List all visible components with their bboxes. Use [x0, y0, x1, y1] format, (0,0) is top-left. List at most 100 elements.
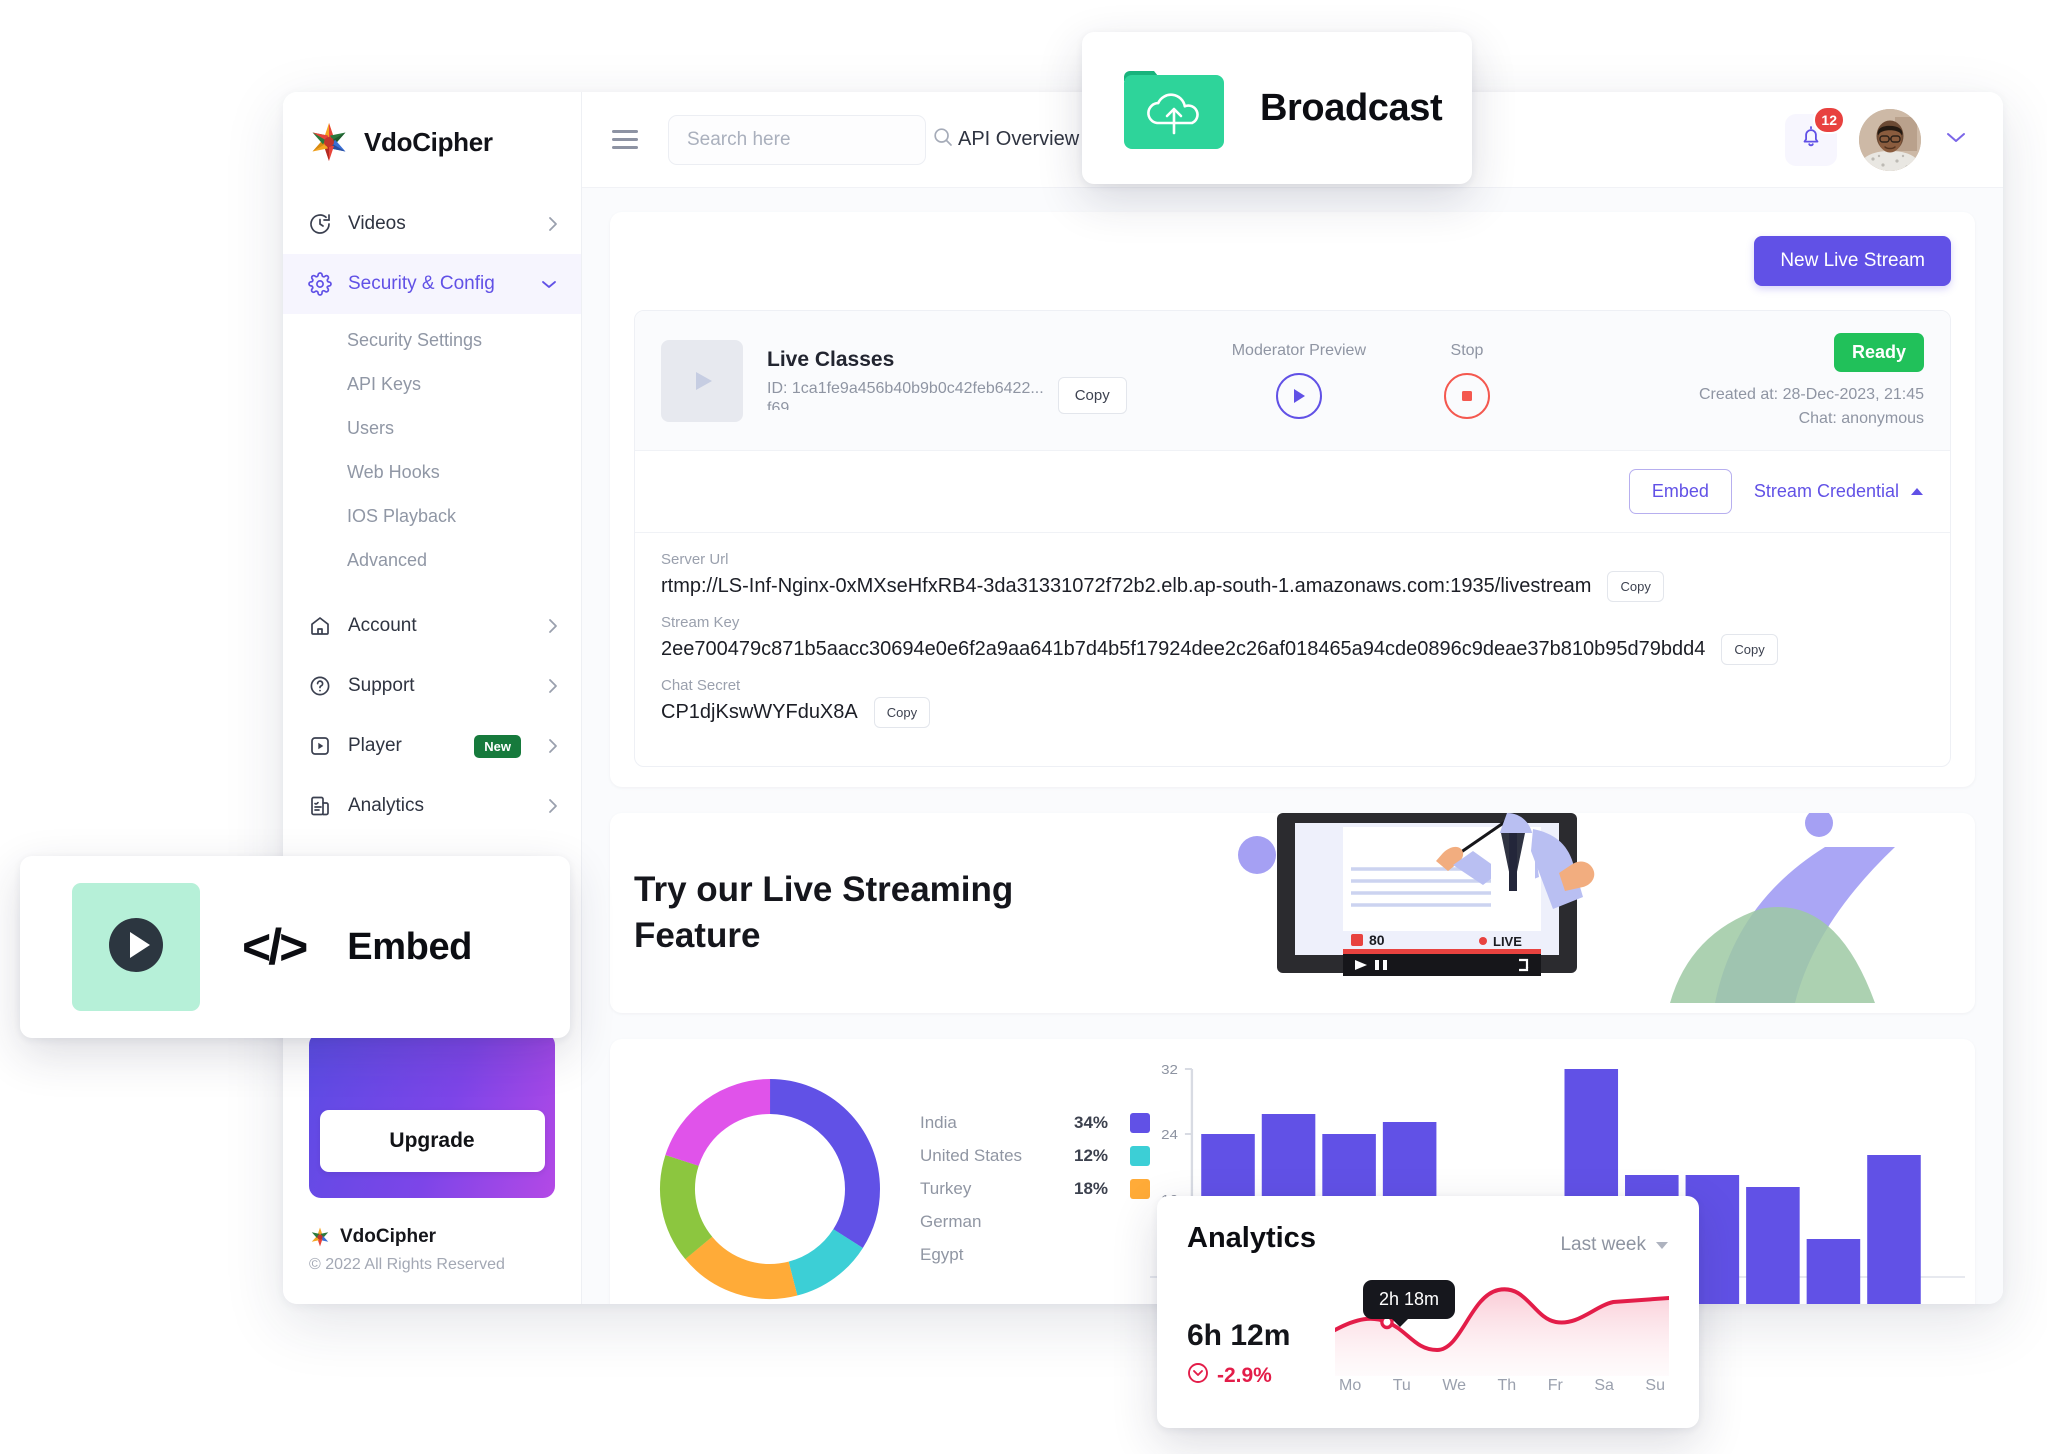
country-legend: India 34% United States 12% Turkey 18% G… — [920, 1107, 1150, 1272]
avatar[interactable] — [1859, 108, 1921, 171]
stop-action: Stop — [1444, 342, 1490, 419]
live-stream-panel: New Live Stream Live Classes ID: 1ca1fe9… — [610, 212, 1975, 787]
play-box-icon — [307, 733, 333, 759]
chevron-down-icon — [539, 278, 559, 290]
cloud-upload-folder-icon — [1124, 65, 1224, 151]
stream-created-at: Created at: 28-Dec-2023, 21:45 — [1698, 386, 1924, 403]
sidebar-subitem-security-settings[interactable]: Security Settings — [283, 318, 581, 362]
analytics-sparkline: 2h 18m Mo Tu We Th Fr Sa Su — [1333, 1258, 1671, 1408]
legend-swatch — [1130, 1113, 1150, 1133]
brand: VdoCipher — [283, 92, 581, 186]
analytics-delta: -2.9% — [1187, 1362, 1335, 1390]
trend-down-circle-icon — [1187, 1362, 1209, 1390]
broadcast-card[interactable]: Broadcast — [1082, 32, 1472, 184]
copy-server-url-button[interactable]: Copy — [1607, 571, 1664, 602]
analytics-day-axis: Mo Tu We Th Fr Sa Su — [1335, 1377, 1669, 1395]
copy-stream-id-button[interactable]: Copy — [1057, 376, 1127, 414]
sidebar-footer: VdoCipher © 2022 All Rights Reserved — [283, 1198, 581, 1304]
search-input[interactable] — [687, 128, 932, 151]
day-label: Su — [1645, 1377, 1665, 1394]
stream-id-block: ID: 1ca1fe9a456b40b9b0c42feb6422... f69 — [767, 380, 1044, 410]
stream-id-row: ID: 1ca1fe9a456b40b9b0c42feb6422... f69 … — [767, 376, 1127, 414]
chevron-right-icon — [547, 676, 559, 696]
field-server-url: Server Url rtmp://LS-Inf-Nginx-0xMXseHfx… — [661, 551, 1924, 602]
day-label: Th — [1497, 1377, 1517, 1394]
hamburger-icon[interactable] — [612, 130, 638, 149]
sidebar-item-videos[interactable]: Videos — [283, 194, 581, 254]
question-circle-icon — [307, 673, 333, 699]
copy-chat-secret-button[interactable]: Copy — [873, 697, 931, 728]
copy-stream-key-button[interactable]: Copy — [1721, 634, 1778, 665]
upgrade-card: Upgrade — [309, 1033, 555, 1198]
analytics-range-label: Last week — [1560, 1234, 1646, 1255]
sidebar-item-account[interactable]: Account — [283, 596, 581, 656]
sidebar-item-label: Player — [348, 735, 402, 756]
day-label: Sa — [1594, 1377, 1614, 1394]
topbar-right: 12 — [1785, 105, 1969, 171]
moderator-preview-play-button[interactable] — [1275, 373, 1322, 419]
search-icon — [932, 126, 954, 153]
stream-credential-toggle[interactable]: Stream Credential — [1754, 481, 1924, 502]
stream-id: ID: 1ca1fe9a456b40b9b0c42feb6422... — [767, 380, 1044, 397]
analytics-range-select[interactable]: Last week — [1560, 1234, 1669, 1256]
svg-text:24: 24 — [1161, 1127, 1178, 1142]
sidebar-subitem-ios-playback[interactable]: IOS Playback — [283, 494, 581, 538]
field-stream-key: Stream Key 2ee700479c871b5aacc30694e0e6f… — [661, 614, 1924, 665]
stream-credential-label: Stream Credential — [1753, 481, 1899, 501]
embed-label: Embed — [347, 925, 472, 968]
sidebar-item-label: Support — [348, 675, 415, 696]
field-label: Chat Secret — [661, 677, 741, 694]
notifications-button[interactable]: 12 — [1785, 105, 1845, 166]
topnav-link-api-overview[interactable]: API Overview — [958, 128, 1079, 151]
sidebar-subitem-web-hooks[interactable]: Web Hooks — [283, 450, 581, 494]
field-chat-secret: Chat Secret CP1djKswWYFduX8A Copy — [661, 677, 1924, 728]
report-icon — [307, 793, 333, 819]
analytics-tooltip: 2h 18m — [1363, 1280, 1456, 1327]
legend-item: India 34% — [920, 1107, 1150, 1140]
embed-card[interactable]: </> Embed — [20, 856, 570, 1038]
sidebar-subitem-api-keys[interactable]: API Keys — [283, 362, 581, 406]
analytics-delta-value: -2.9% — [1217, 1364, 1272, 1387]
banner-viewer-count: 80 — [1369, 932, 1385, 948]
moderator-preview-action: Moderator Preview — [1232, 342, 1366, 419]
legend-swatch — [1130, 1179, 1150, 1199]
stop-button[interactable] — [1444, 373, 1490, 419]
field-row: CP1djKswWYFduX8A Copy — [661, 697, 1924, 728]
day-label: Mo — [1339, 1377, 1362, 1394]
upgrade-button[interactable]: Upgrade — [319, 1110, 545, 1172]
stop-label: Stop — [1450, 342, 1484, 359]
code-brackets-icon: </> — [242, 919, 308, 975]
vdocipher-logo-icon — [307, 120, 351, 164]
new-live-stream-button[interactable]: New Live Stream — [1754, 236, 1951, 286]
sidebar-nav: Videos Security & Config Security Settin… — [283, 186, 581, 836]
legend-value: 34% — [1074, 1113, 1109, 1132]
country-donut-chart — [620, 1064, 920, 1304]
field-row: rtmp://LS-Inf-Nginx-0xMXseHfxRB4-3da3133… — [661, 571, 1924, 602]
legend-item: Turkey 18% — [920, 1173, 1150, 1206]
field-row: 2ee700479c871b5aacc30694e0e6f2a9aa641b7d… — [661, 634, 1924, 665]
sidebar-subitem-users[interactable]: Users — [283, 406, 581, 450]
svg-text:32: 32 — [1161, 1062, 1178, 1077]
embed-button[interactable]: Embed — [1628, 469, 1732, 514]
main-content: New Live Stream Live Classes ID: 1ca1fe9… — [582, 188, 2003, 1304]
banner-title: Try our Live Streaming Feature — [634, 869, 1014, 955]
legend-label: Turkey — [920, 1179, 972, 1198]
search-box[interactable] — [668, 114, 952, 165]
sidebar-item-analytics[interactable]: Analytics — [283, 776, 581, 836]
sidebar-subitem-advanced[interactable]: Advanced — [283, 538, 581, 582]
videos-icon — [307, 211, 333, 237]
sidebar-item-support[interactable]: Support — [283, 656, 581, 716]
avatar-chevron-down-icon[interactable] — [1943, 129, 1969, 150]
legend-item: United States 12% — [920, 1140, 1150, 1173]
banner-live-label: LIVE — [1493, 934, 1522, 949]
sidebar-item-player[interactable]: Player New — [283, 716, 581, 776]
legend-value: 18% — [1074, 1179, 1109, 1198]
vdocipher-logo-small-icon — [309, 1226, 331, 1248]
sidebar-item-label: Videos — [348, 213, 406, 234]
credential-bar: Embed Stream Credential — [635, 450, 1950, 532]
stream-card: Live Classes ID: 1ca1fe9a456b40b9b0c42fe… — [634, 310, 1951, 767]
sidebar-item-label: Analytics — [348, 795, 425, 816]
field-label: Server Url — [661, 551, 729, 568]
sidebar-item-security-config[interactable]: Security & Config — [283, 254, 581, 314]
panel-header: New Live Stream — [634, 236, 1951, 286]
